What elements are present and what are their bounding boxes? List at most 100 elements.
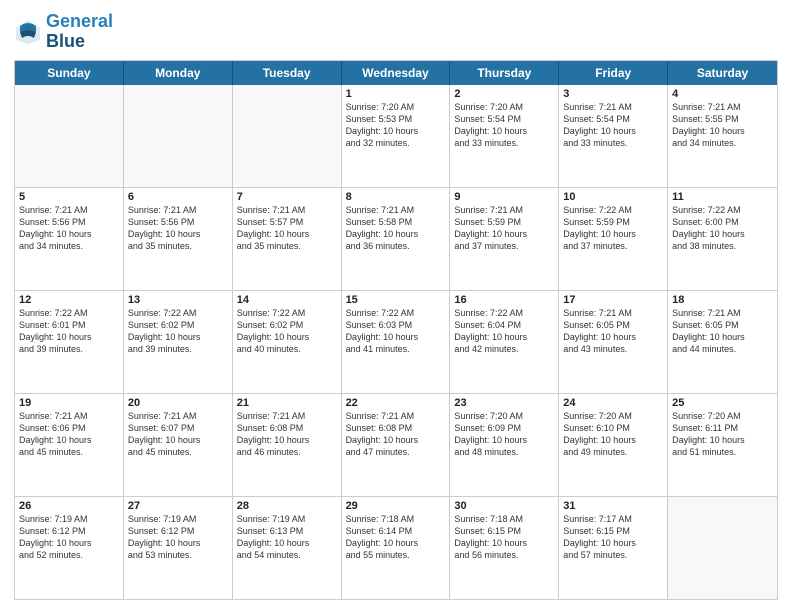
day-number: 17 <box>563 294 663 306</box>
calendar-cell <box>668 497 777 599</box>
calendar-cell: 3Sunrise: 7:21 AM Sunset: 5:54 PM Daylig… <box>559 85 668 187</box>
day-number: 13 <box>128 294 228 306</box>
day-info: Sunrise: 7:18 AM Sunset: 6:15 PM Dayligh… <box>454 513 554 562</box>
calendar-cell: 17Sunrise: 7:21 AM Sunset: 6:05 PM Dayli… <box>559 291 668 393</box>
day-number: 3 <box>563 88 663 100</box>
day-info: Sunrise: 7:20 AM Sunset: 6:10 PM Dayligh… <box>563 410 663 459</box>
calendar-cell: 30Sunrise: 7:18 AM Sunset: 6:15 PM Dayli… <box>450 497 559 599</box>
header-day-tuesday: Tuesday <box>233 61 342 85</box>
header-day-monday: Monday <box>124 61 233 85</box>
day-info: Sunrise: 7:21 AM Sunset: 5:55 PM Dayligh… <box>672 101 773 150</box>
day-number: 1 <box>346 88 446 100</box>
day-info: Sunrise: 7:22 AM Sunset: 6:00 PM Dayligh… <box>672 204 773 253</box>
calendar-cell: 22Sunrise: 7:21 AM Sunset: 6:08 PM Dayli… <box>342 394 451 496</box>
day-info: Sunrise: 7:21 AM Sunset: 5:54 PM Dayligh… <box>563 101 663 150</box>
day-number: 16 <box>454 294 554 306</box>
day-number: 18 <box>672 294 773 306</box>
calendar-cell: 24Sunrise: 7:20 AM Sunset: 6:10 PM Dayli… <box>559 394 668 496</box>
day-info: Sunrise: 7:21 AM Sunset: 5:58 PM Dayligh… <box>346 204 446 253</box>
day-number: 20 <box>128 397 228 409</box>
calendar-cell: 6Sunrise: 7:21 AM Sunset: 5:56 PM Daylig… <box>124 188 233 290</box>
calendar-week-2: 5Sunrise: 7:21 AM Sunset: 5:56 PM Daylig… <box>15 187 777 290</box>
day-number: 8 <box>346 191 446 203</box>
calendar-cell: 27Sunrise: 7:19 AM Sunset: 6:12 PM Dayli… <box>124 497 233 599</box>
calendar-body: 1Sunrise: 7:20 AM Sunset: 5:53 PM Daylig… <box>15 85 777 599</box>
header-day-wednesday: Wednesday <box>342 61 451 85</box>
day-number: 26 <box>19 500 119 512</box>
header-day-saturday: Saturday <box>668 61 777 85</box>
day-number: 19 <box>19 397 119 409</box>
calendar-cell: 4Sunrise: 7:21 AM Sunset: 5:55 PM Daylig… <box>668 85 777 187</box>
day-number: 28 <box>237 500 337 512</box>
day-number: 14 <box>237 294 337 306</box>
day-info: Sunrise: 7:17 AM Sunset: 6:15 PM Dayligh… <box>563 513 663 562</box>
page: General Blue SundayMondayTuesdayWednesda… <box>0 0 792 612</box>
day-info: Sunrise: 7:20 AM Sunset: 6:11 PM Dayligh… <box>672 410 773 459</box>
calendar-cell: 16Sunrise: 7:22 AM Sunset: 6:04 PM Dayli… <box>450 291 559 393</box>
header-day-friday: Friday <box>559 61 668 85</box>
calendar-cell: 18Sunrise: 7:21 AM Sunset: 6:05 PM Dayli… <box>668 291 777 393</box>
day-number: 25 <box>672 397 773 409</box>
day-info: Sunrise: 7:22 AM Sunset: 6:03 PM Dayligh… <box>346 307 446 356</box>
calendar-week-4: 19Sunrise: 7:21 AM Sunset: 6:06 PM Dayli… <box>15 393 777 496</box>
calendar-cell: 21Sunrise: 7:21 AM Sunset: 6:08 PM Dayli… <box>233 394 342 496</box>
calendar-cell: 1Sunrise: 7:20 AM Sunset: 5:53 PM Daylig… <box>342 85 451 187</box>
calendar-cell: 15Sunrise: 7:22 AM Sunset: 6:03 PM Dayli… <box>342 291 451 393</box>
logo-text: General Blue <box>46 12 113 52</box>
day-number: 12 <box>19 294 119 306</box>
day-info: Sunrise: 7:19 AM Sunset: 6:12 PM Dayligh… <box>19 513 119 562</box>
calendar-week-5: 26Sunrise: 7:19 AM Sunset: 6:12 PM Dayli… <box>15 496 777 599</box>
calendar-cell: 28Sunrise: 7:19 AM Sunset: 6:13 PM Dayli… <box>233 497 342 599</box>
logo: General Blue <box>14 12 113 52</box>
calendar-cell: 10Sunrise: 7:22 AM Sunset: 5:59 PM Dayli… <box>559 188 668 290</box>
calendar-cell: 12Sunrise: 7:22 AM Sunset: 6:01 PM Dayli… <box>15 291 124 393</box>
calendar: SundayMondayTuesdayWednesdayThursdayFrid… <box>14 60 778 600</box>
day-info: Sunrise: 7:19 AM Sunset: 6:13 PM Dayligh… <box>237 513 337 562</box>
day-info: Sunrise: 7:21 AM Sunset: 6:08 PM Dayligh… <box>237 410 337 459</box>
calendar-week-3: 12Sunrise: 7:22 AM Sunset: 6:01 PM Dayli… <box>15 290 777 393</box>
day-number: 30 <box>454 500 554 512</box>
day-info: Sunrise: 7:21 AM Sunset: 5:56 PM Dayligh… <box>19 204 119 253</box>
header-day-thursday: Thursday <box>450 61 559 85</box>
day-number: 11 <box>672 191 773 203</box>
day-number: 9 <box>454 191 554 203</box>
day-number: 6 <box>128 191 228 203</box>
calendar-header: SundayMondayTuesdayWednesdayThursdayFrid… <box>15 61 777 85</box>
day-info: Sunrise: 7:21 AM Sunset: 6:06 PM Dayligh… <box>19 410 119 459</box>
calendar-cell: 11Sunrise: 7:22 AM Sunset: 6:00 PM Dayli… <box>668 188 777 290</box>
day-number: 22 <box>346 397 446 409</box>
day-info: Sunrise: 7:22 AM Sunset: 6:02 PM Dayligh… <box>237 307 337 356</box>
calendar-week-1: 1Sunrise: 7:20 AM Sunset: 5:53 PM Daylig… <box>15 85 777 187</box>
header: General Blue <box>14 12 778 52</box>
day-info: Sunrise: 7:21 AM Sunset: 5:57 PM Dayligh… <box>237 204 337 253</box>
day-number: 29 <box>346 500 446 512</box>
day-info: Sunrise: 7:20 AM Sunset: 6:09 PM Dayligh… <box>454 410 554 459</box>
calendar-cell: 25Sunrise: 7:20 AM Sunset: 6:11 PM Dayli… <box>668 394 777 496</box>
day-info: Sunrise: 7:21 AM Sunset: 6:05 PM Dayligh… <box>672 307 773 356</box>
day-number: 24 <box>563 397 663 409</box>
calendar-cell: 31Sunrise: 7:17 AM Sunset: 6:15 PM Dayli… <box>559 497 668 599</box>
calendar-cell: 29Sunrise: 7:18 AM Sunset: 6:14 PM Dayli… <box>342 497 451 599</box>
calendar-cell: 2Sunrise: 7:20 AM Sunset: 5:54 PM Daylig… <box>450 85 559 187</box>
logo-icon <box>14 18 42 46</box>
calendar-cell: 7Sunrise: 7:21 AM Sunset: 5:57 PM Daylig… <box>233 188 342 290</box>
day-info: Sunrise: 7:18 AM Sunset: 6:14 PM Dayligh… <box>346 513 446 562</box>
calendar-cell: 19Sunrise: 7:21 AM Sunset: 6:06 PM Dayli… <box>15 394 124 496</box>
day-info: Sunrise: 7:22 AM Sunset: 6:04 PM Dayligh… <box>454 307 554 356</box>
day-info: Sunrise: 7:22 AM Sunset: 6:02 PM Dayligh… <box>128 307 228 356</box>
day-number: 27 <box>128 500 228 512</box>
calendar-cell: 20Sunrise: 7:21 AM Sunset: 6:07 PM Dayli… <box>124 394 233 496</box>
day-info: Sunrise: 7:20 AM Sunset: 5:53 PM Dayligh… <box>346 101 446 150</box>
day-info: Sunrise: 7:20 AM Sunset: 5:54 PM Dayligh… <box>454 101 554 150</box>
calendar-cell: 8Sunrise: 7:21 AM Sunset: 5:58 PM Daylig… <box>342 188 451 290</box>
day-number: 10 <box>563 191 663 203</box>
day-number: 23 <box>454 397 554 409</box>
day-number: 4 <box>672 88 773 100</box>
day-number: 21 <box>237 397 337 409</box>
day-info: Sunrise: 7:21 AM Sunset: 5:56 PM Dayligh… <box>128 204 228 253</box>
calendar-cell <box>15 85 124 187</box>
day-info: Sunrise: 7:21 AM Sunset: 6:08 PM Dayligh… <box>346 410 446 459</box>
calendar-cell: 26Sunrise: 7:19 AM Sunset: 6:12 PM Dayli… <box>15 497 124 599</box>
day-number: 5 <box>19 191 119 203</box>
day-info: Sunrise: 7:22 AM Sunset: 6:01 PM Dayligh… <box>19 307 119 356</box>
